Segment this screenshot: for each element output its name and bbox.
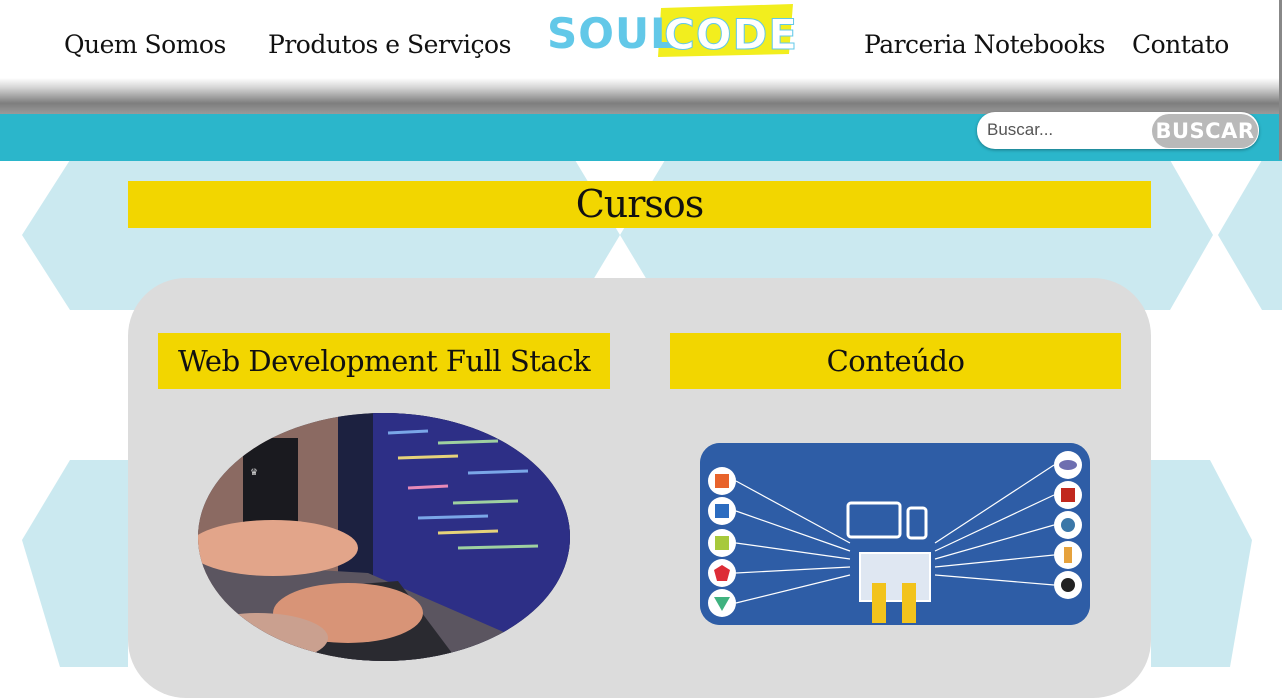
course-title-conteudo: Conteúdo — [826, 344, 965, 378]
laptop-coding-photo[interactable]: ♛ — [198, 413, 570, 661]
svg-text:♛: ♛ — [250, 468, 258, 478]
search-input[interactable] — [987, 120, 1147, 140]
header-shadow-band — [0, 78, 1282, 114]
nav-parceria-notebooks[interactable]: Parceria Notebooks — [864, 30, 1106, 59]
search-button[interactable]: BUSCAR — [1152, 114, 1258, 148]
nav-produtos-servicos[interactable]: Produtos e Serviços — [268, 30, 511, 59]
course-title-web-dev: Web Development Full Stack — [177, 344, 591, 378]
nav-quem-somos[interactable]: Quem Somos — [64, 30, 226, 59]
course-header-conteudo: Conteúdo — [670, 333, 1121, 389]
page-title: Cursos — [575, 182, 705, 226]
web-technologies-illustration[interactable] — [700, 443, 1090, 625]
page-title-bar: Cursos — [128, 181, 1151, 228]
logo-text-soul: SOUL — [547, 9, 678, 58]
soulcode-logo[interactable]: SOUL CODE — [543, 4, 795, 60]
course-header-web-dev: Web Development Full Stack — [158, 333, 610, 389]
nav-contato[interactable]: Contato — [1132, 30, 1229, 59]
logo-text-code: CODE — [664, 10, 795, 59]
